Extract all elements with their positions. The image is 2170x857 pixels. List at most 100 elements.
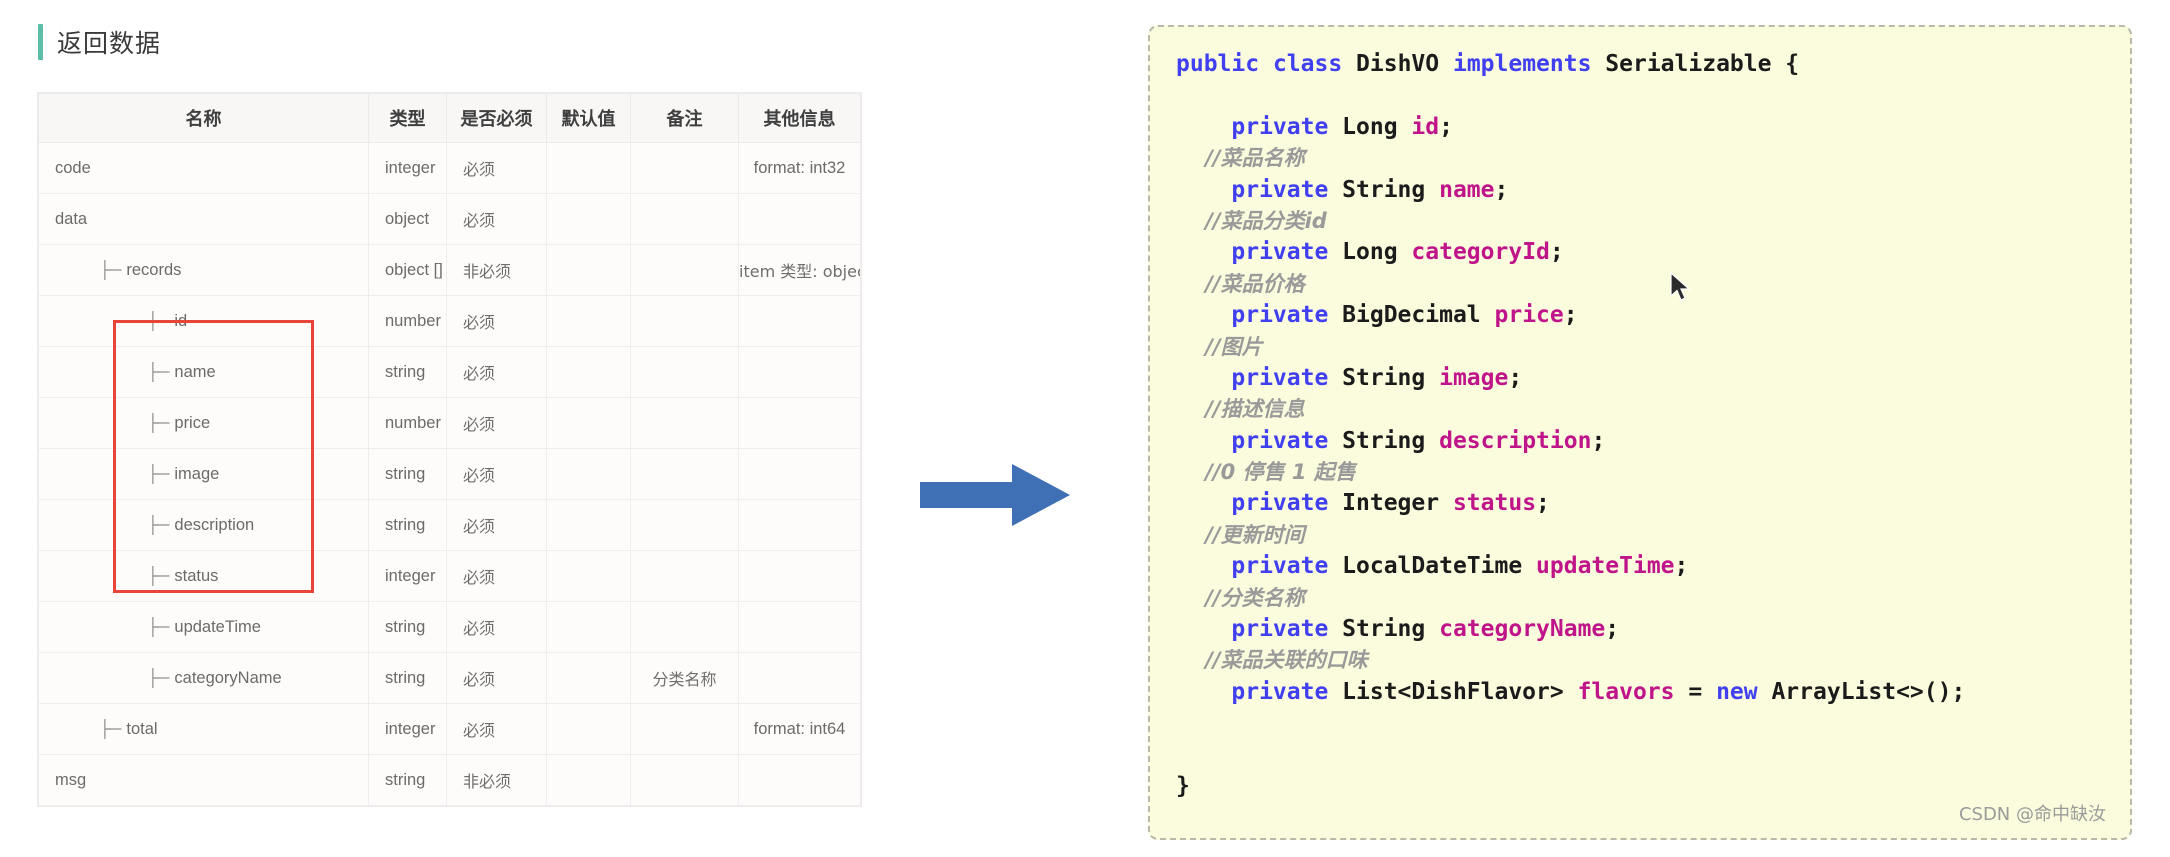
- section-header: 返回数据: [38, 22, 161, 62]
- table-row: ├─ name string 必须: [38, 346, 861, 398]
- cell-type: integer: [368, 142, 447, 194]
- code-token: description: [1439, 427, 1592, 454]
- code-line: private BigDecimal price;: [1176, 300, 2104, 331]
- cell-field-name: code: [38, 142, 369, 194]
- cell-other: [738, 295, 861, 347]
- mouse-cursor-icon: [1670, 271, 1692, 304]
- section-accent-bar: [38, 24, 43, 60]
- field-name-label: code: [55, 158, 91, 177]
- table-row: code integer 必须 format: int32: [38, 142, 861, 194]
- code-token: categoryId: [1411, 239, 1550, 266]
- cell-other: [738, 601, 861, 653]
- java-code-block: public class DishVO implements Serializa…: [1150, 27, 2130, 802]
- cell-memo: [630, 601, 739, 653]
- watermark-text: CSDN @命中缺汝: [1958, 804, 2106, 825]
- table-header-row: 名称 类型 是否必须 默认值 备注 其他信息: [38, 93, 861, 143]
- cell-field-name: ├─ records: [38, 244, 369, 296]
- cell-memo: [630, 346, 739, 398]
- code-line: private List<DishFlavor> flavors = new A…: [1176, 677, 2104, 708]
- tree-branch-icon: ├─: [147, 464, 169, 483]
- code-token: image: [1439, 364, 1509, 391]
- code-line: private Integer status;: [1176, 488, 2104, 519]
- tree-branch-icon: ├─: [147, 515, 169, 534]
- code-line: //描述信息: [1176, 394, 2104, 425]
- code-token: BigDecimal: [1342, 302, 1495, 329]
- code-line: //图片: [1176, 332, 2104, 363]
- cell-required: 必须: [446, 193, 547, 245]
- code-token: id: [1411, 113, 1440, 140]
- cell-default: [546, 499, 631, 551]
- code-token: new: [1716, 678, 1772, 705]
- code-token: //描述信息: [1176, 397, 1305, 422]
- cell-other: [738, 652, 861, 704]
- code-line: private String categoryName;: [1176, 614, 2104, 645]
- cell-other: [738, 448, 861, 500]
- code-token: Long: [1342, 239, 1412, 266]
- code-line: //菜品名称: [1176, 143, 2104, 174]
- cell-other: item 类型: object: [738, 244, 861, 296]
- code-line: //菜品分类id: [1176, 206, 2104, 237]
- cell-memo: [630, 550, 739, 602]
- cell-field-name: ├─ categoryName: [38, 652, 369, 704]
- code-token: String: [1342, 364, 1440, 391]
- cell-default: [546, 346, 631, 398]
- code-token: String: [1342, 176, 1440, 203]
- table-row: ├─ price number 必须: [38, 397, 861, 449]
- code-token: ;: [1508, 364, 1523, 391]
- code-token: implements: [1452, 51, 1606, 77]
- cell-default: [546, 652, 631, 704]
- column-header-name: 名称: [38, 93, 369, 143]
- code-token: status: [1452, 490, 1537, 517]
- field-name-label: status: [174, 566, 219, 585]
- code-line: private String image;: [1176, 363, 2104, 394]
- cell-required: 必须: [446, 703, 547, 755]
- code-token: private: [1231, 113, 1343, 140]
- cell-memo: [630, 142, 739, 194]
- code-token: =: [1674, 678, 1717, 705]
- field-name-label: id: [174, 311, 188, 330]
- code-token: Integer: [1342, 490, 1453, 517]
- cell-other: [738, 346, 861, 398]
- code-line: //分类名称: [1176, 583, 2104, 614]
- code-line: //菜品价格: [1176, 269, 2104, 300]
- code-token: ;: [1674, 553, 1689, 580]
- cell-memo: [630, 448, 739, 500]
- cell-default: [546, 142, 631, 194]
- field-name-label: total: [126, 719, 158, 738]
- cell-memo: [630, 754, 739, 806]
- cell-required: 必须: [446, 295, 547, 347]
- cell-other: [738, 193, 861, 245]
- cell-required: 必须: [446, 346, 547, 398]
- schema-table: 名称 类型 是否必须 默认值 备注 其他信息 code integer 必须 form…: [38, 93, 861, 806]
- cell-memo: [630, 193, 739, 245]
- code-token: updateTime: [1536, 553, 1675, 580]
- code-token: ArrayList<>();: [1771, 678, 1966, 705]
- table-row: ├─ image string 必须: [38, 448, 861, 500]
- cell-field-name: ├─ price: [38, 397, 369, 449]
- cell-other: format: int64: [738, 703, 861, 755]
- code-token: private: [1231, 176, 1343, 203]
- cell-field-name: ├─ updateTime: [38, 601, 369, 653]
- tree-branch-icon: ├─: [147, 311, 169, 330]
- field-name-label: updateTime: [174, 617, 261, 636]
- code-token: private: [1231, 490, 1343, 517]
- code-token: ;: [1591, 427, 1606, 454]
- code-token: price: [1494, 302, 1564, 329]
- field-name-label: data: [55, 209, 88, 228]
- field-name-label: categoryName: [174, 668, 282, 687]
- code-token: Long: [1342, 113, 1412, 140]
- code-line: private Long categoryId;: [1176, 237, 2104, 268]
- column-header-default: 默认值: [546, 93, 631, 143]
- code-line: private String name;: [1176, 175, 2104, 206]
- cell-field-name: msg: [38, 754, 369, 806]
- code-token: }: [1176, 772, 1190, 799]
- tree-branch-icon: ├─: [147, 566, 169, 585]
- column-header-memo: 备注: [630, 93, 739, 143]
- code-line: public class DishVO implements Serializa…: [1176, 49, 2104, 80]
- cell-type: object []: [368, 244, 447, 296]
- code-token: class: [1272, 51, 1357, 77]
